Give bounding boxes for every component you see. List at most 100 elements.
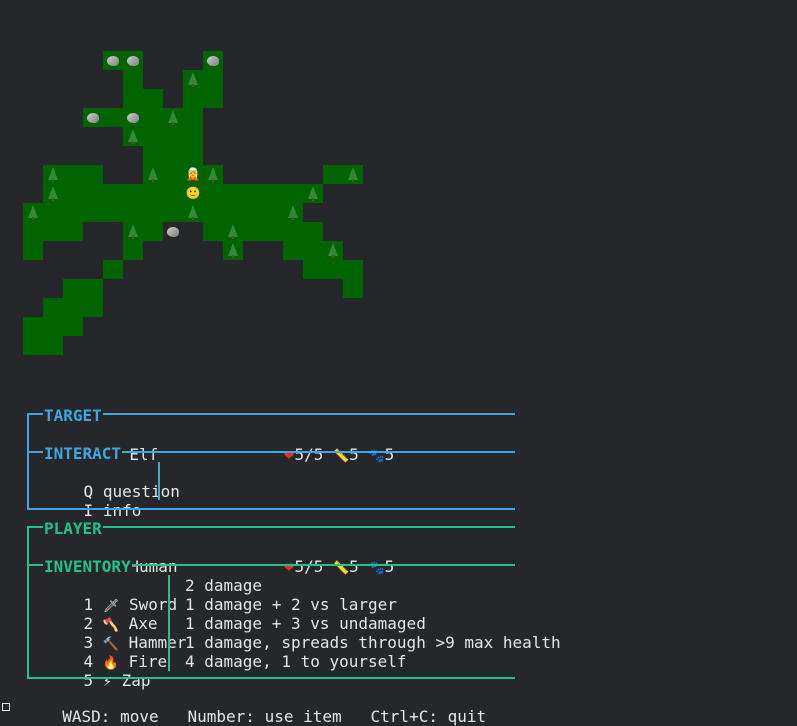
ground-tile	[263, 222, 283, 241]
ground-tile	[223, 184, 243, 203]
interact-key: I	[83, 501, 94, 520]
player-header: PLAYER	[43, 519, 103, 538]
ground-tile	[123, 241, 143, 260]
ground-tile	[63, 298, 83, 317]
ground-tile	[243, 184, 263, 203]
ground-tile	[103, 184, 123, 203]
tree-icon	[168, 110, 178, 125]
ground-tile	[263, 203, 283, 222]
rock-icon	[207, 56, 219, 66]
control-move: WASD: move	[62, 707, 159, 726]
inventory-separator	[168, 575, 170, 671]
player-panel: PLAYER 🙂 Human ❤5/5 📏5 🐾5 INVENTORY 1 🗡 …	[27, 520, 561, 690]
tree-icon	[128, 129, 138, 144]
ground-tile	[183, 89, 203, 108]
ground-tile	[123, 184, 143, 203]
ground-tile	[203, 222, 223, 241]
terminal-cursor	[2, 703, 10, 711]
target-reach: 5	[349, 445, 359, 464]
item-description: 1 damage + 3 vs undamaged	[185, 614, 426, 633]
ground-tile	[323, 260, 343, 279]
ground-tile	[103, 203, 123, 222]
ground-tile	[303, 241, 323, 260]
ground-tile	[123, 89, 143, 108]
ground-tile	[43, 317, 63, 336]
ground-tile	[83, 298, 103, 317]
ground-tile	[203, 203, 223, 222]
player-name: Human	[129, 557, 178, 576]
tree-icon	[188, 72, 198, 87]
ground-tile	[163, 165, 183, 184]
ground-tile	[23, 336, 43, 355]
ground-tile	[283, 241, 303, 260]
control-quit: Ctrl+C: quit	[370, 707, 487, 726]
player-stats: ❤5/5 📏5 🐾5	[245, 538, 395, 597]
control-use: Number: use item	[187, 707, 342, 726]
ground-tile	[343, 279, 363, 298]
tree-icon	[28, 205, 38, 220]
item-description: 1 damage + 2 vs larger	[185, 595, 397, 614]
ground-tile	[183, 127, 203, 146]
target-panel: TARGET 🧝 Elf ❤5/5 📏5 🐾5 INTERACT Q quest…	[27, 407, 515, 520]
ground-tile	[63, 184, 83, 203]
tree-icon	[148, 167, 158, 182]
inventory-header: INVENTORY	[43, 557, 132, 576]
interact-separator	[158, 462, 160, 500]
player-speed: 5	[384, 557, 395, 576]
elf-icon[interactable]: 🧝	[183, 165, 203, 184]
target-name: Elf	[129, 445, 159, 464]
tree-icon	[348, 167, 358, 182]
ground-tile	[63, 317, 83, 336]
ground-tile	[163, 127, 183, 146]
rock-icon	[127, 113, 139, 123]
ground-tile	[163, 146, 183, 165]
ground-tile	[43, 298, 63, 317]
ground-tile	[123, 203, 143, 222]
target-header: TARGET	[43, 406, 103, 425]
ground-tile	[143, 222, 163, 241]
tree-icon	[48, 186, 58, 201]
ground-tile	[203, 184, 223, 203]
ground-tile	[263, 184, 283, 203]
tree-icon	[208, 167, 218, 182]
ground-tile	[43, 203, 63, 222]
ground-tile	[103, 108, 123, 127]
ground-tile	[143, 89, 163, 108]
tree-icon	[288, 205, 298, 220]
ground-tile	[143, 127, 163, 146]
ground-tile	[203, 70, 223, 89]
tree-icon	[228, 243, 238, 258]
tree-icon	[48, 167, 58, 182]
tree-icon	[128, 224, 138, 239]
ground-tile	[23, 222, 43, 241]
ground-tile	[103, 260, 123, 279]
ground-tile	[43, 222, 63, 241]
player-bottom-border	[29, 677, 515, 679]
controls-bar: WASD: move Number: use item Ctrl+C: quit	[43, 688, 486, 726]
ground-tile	[163, 203, 183, 222]
ground-tile	[143, 108, 163, 127]
ground-tile	[163, 184, 183, 203]
ground-tile	[63, 222, 83, 241]
ground-tile	[183, 146, 203, 165]
ground-tile	[63, 165, 83, 184]
rock-icon	[107, 56, 119, 66]
player-health: 5/5	[294, 557, 324, 576]
ground-tile	[183, 108, 203, 127]
target-health: 5/5	[294, 445, 324, 464]
item-description: 4 damage, 1 to yourself	[185, 652, 407, 671]
ground-tile	[143, 203, 163, 222]
ground-tile	[123, 70, 143, 89]
ground-tile	[83, 203, 103, 222]
ground-tile	[83, 165, 103, 184]
ground-tile	[243, 222, 263, 241]
tree-icon	[328, 243, 338, 258]
ground-tile	[143, 184, 163, 203]
item-description: 2 damage	[185, 576, 263, 595]
ground-tile	[203, 89, 223, 108]
rock-icon	[87, 113, 99, 123]
target-speed: 5	[384, 445, 395, 464]
ground-tile	[223, 203, 243, 222]
interact-header: INTERACT	[43, 444, 123, 463]
ground-tile	[83, 279, 103, 298]
